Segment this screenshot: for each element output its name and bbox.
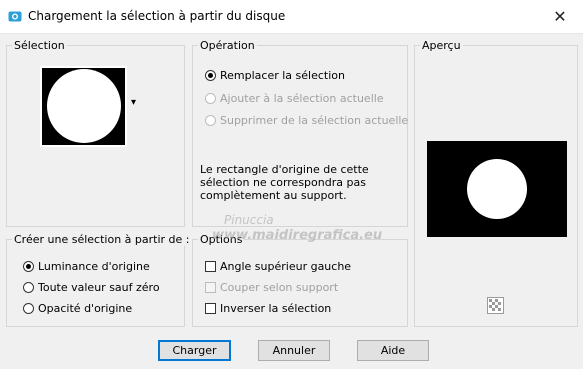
message-line: Le rectangle d'origine de cette (200, 163, 369, 176)
close-icon: ✕ (553, 7, 567, 26)
title-bar: Chargement la sélection à partir du disq… (0, 0, 583, 34)
cancel-button[interactable]: Annuler (258, 340, 330, 361)
radio-label: Supprimer de la sélection actuelle (220, 114, 409, 127)
watermark-line-2: www.maidiregrafica.eu (212, 228, 383, 243)
radio-add-selection[interactable]: Ajouter à la sélection actuelle (205, 92, 384, 105)
radio-button[interactable] (205, 115, 216, 126)
radio-label: Opacité d'origine (38, 302, 133, 315)
selection-image (42, 68, 125, 145)
cancel-button-label: Annuler (272, 344, 316, 357)
radio-label: Ajouter à la sélection actuelle (220, 92, 384, 105)
load-button-label: Charger (172, 344, 217, 357)
radio-subtract-selection[interactable]: Supprimer de la sélection actuelle (205, 114, 408, 127)
watermark-line-1: Pinuccia (224, 213, 274, 227)
help-button-label: Aide (380, 344, 406, 357)
app-icon (8, 11, 22, 22)
checkbox[interactable] (205, 303, 216, 314)
radio-label: Toute valeur sauf zéro (38, 281, 160, 294)
chevron-down-icon[interactable]: ▾ (131, 97, 136, 108)
load-button[interactable]: Charger (158, 340, 231, 361)
checkbox-crop-to-canvas[interactable]: Couper selon support (205, 281, 338, 294)
checkbox-label: Angle supérieur gauche (220, 260, 352, 273)
radio-opacity[interactable]: Opacité d'origine (23, 302, 132, 315)
transparency-icon[interactable] (487, 297, 504, 314)
checkbox-invert-selection[interactable]: Inverser la sélection (205, 302, 331, 315)
operation-message: Le rectangle d'origine de cette sélectio… (200, 163, 369, 202)
radio-button[interactable] (23, 282, 34, 293)
message-line: complètement au support. (200, 189, 347, 202)
preview-image (427, 141, 567, 237)
checkbox[interactable] (205, 261, 216, 272)
radio-button[interactable] (23, 261, 34, 272)
radio-luminance[interactable]: Luminance d'origine (23, 260, 150, 273)
radio-button[interactable] (23, 303, 34, 314)
checkbox[interactable] (205, 282, 216, 293)
message-line: sélection ne correspondra pas (200, 176, 366, 189)
radio-replace-selection[interactable]: Remplacer la sélection (205, 69, 345, 82)
checkbox-label: Inverser la sélection (220, 302, 332, 315)
create-from-group-label: Créer une sélection à partir de : (12, 233, 192, 246)
window-title: Chargement la sélection à partir du disq… (28, 9, 286, 23)
selection-thumbnail[interactable] (40, 66, 127, 147)
radio-label: Luminance d'origine (38, 260, 150, 273)
checkbox-top-left-corner[interactable]: Angle supérieur gauche (205, 260, 351, 273)
selection-group-label: Sélection (12, 39, 67, 52)
operation-group-label: Opération (198, 39, 257, 52)
preview-group-label: Aperçu (420, 39, 463, 52)
radio-label: Remplacer la sélection (220, 69, 345, 82)
close-button[interactable]: ✕ (537, 0, 583, 33)
radio-button[interactable] (205, 93, 216, 104)
radio-button[interactable] (205, 70, 216, 81)
radio-nonzero[interactable]: Toute valeur sauf zéro (23, 281, 160, 294)
help-button[interactable]: Aide (357, 340, 429, 361)
checkbox-label: Couper selon support (220, 281, 339, 294)
